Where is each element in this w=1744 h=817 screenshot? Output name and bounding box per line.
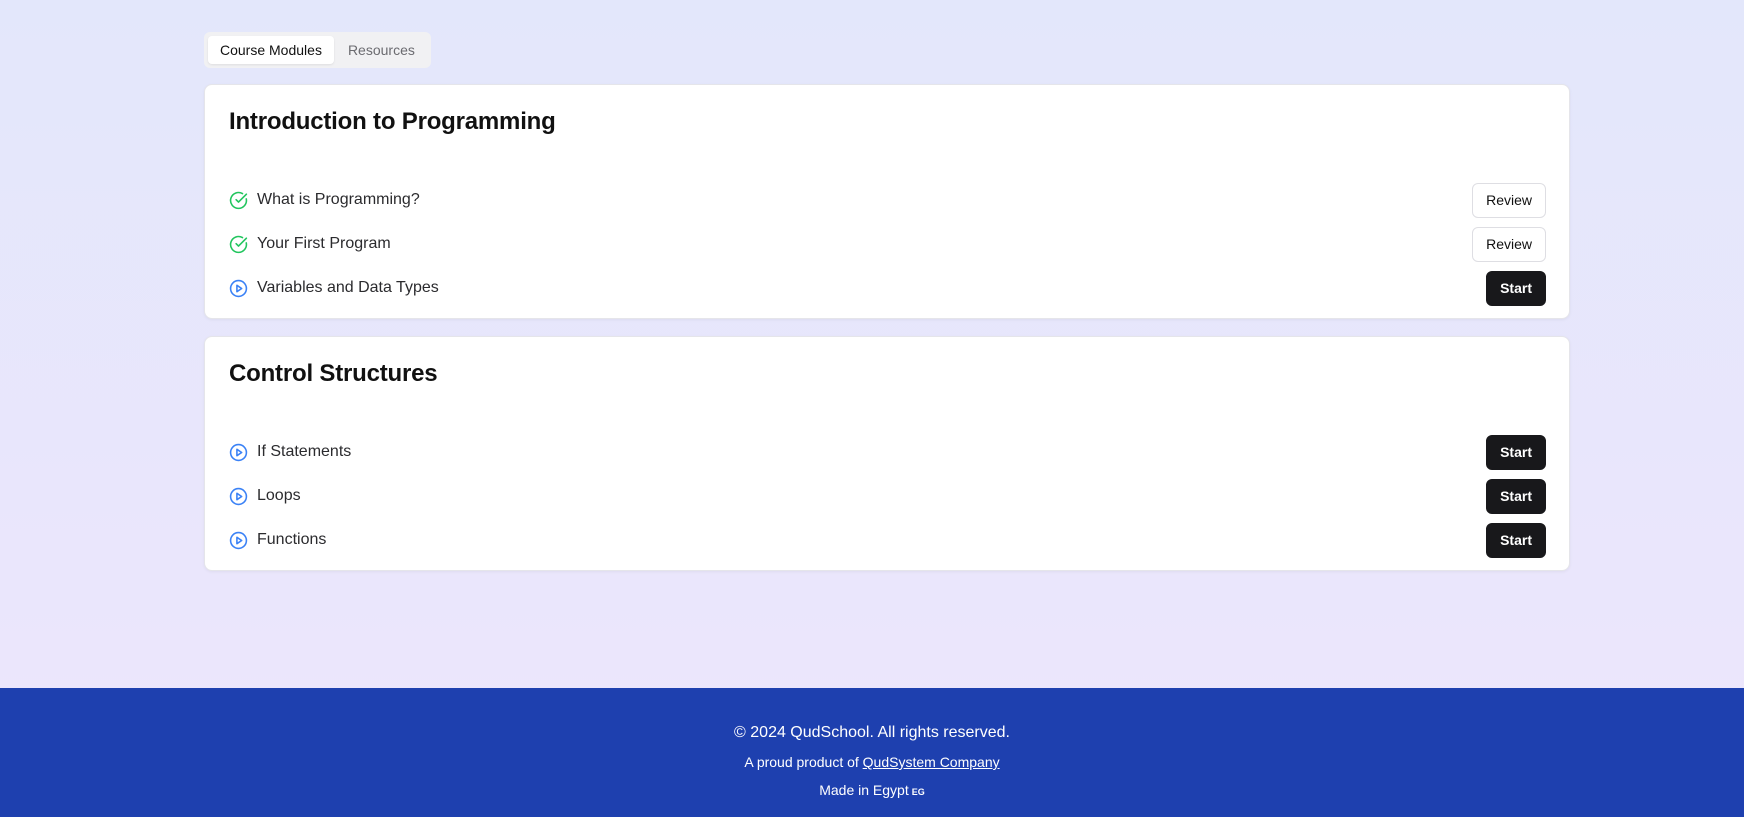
play-circle-icon	[229, 443, 248, 462]
lesson-list: If Statements Start Loops Start Functions Sta…	[229, 434, 1546, 558]
company-link[interactable]: QudSystem Company	[863, 754, 1000, 770]
lesson-row: Functions Start	[229, 522, 1546, 558]
lesson-list: What is Programming? Review Your First Pro…	[229, 182, 1546, 306]
module-card: Control Structures If Statements Start Loop…	[204, 336, 1570, 571]
review-button[interactable]: Review	[1472, 226, 1546, 262]
lesson-info: Your First Program	[229, 235, 391, 254]
lesson-info: Functions	[229, 531, 326, 550]
check-circle-icon	[229, 235, 248, 254]
lesson-title: Loops	[257, 487, 301, 504]
start-button[interactable]: Start	[1486, 522, 1546, 558]
play-circle-icon	[229, 279, 248, 298]
made-in-label: Made in Egypt	[819, 782, 909, 798]
lesson-row: Variables and Data Types Start	[229, 270, 1546, 306]
tab-list: Course Modules Resources	[204, 32, 431, 68]
proud-prefix: A proud product of	[744, 754, 859, 770]
module-card: Introduction to Programming What is Progr…	[204, 84, 1570, 319]
lesson-row: What is Programming? Review	[229, 182, 1546, 218]
module-title: Introduction to Programming	[229, 108, 556, 135]
tab-course-modules[interactable]: Course Modules	[208, 36, 334, 64]
play-circle-icon	[229, 487, 248, 506]
play-circle-icon	[229, 531, 248, 550]
lesson-info: If Statements	[229, 443, 351, 462]
lesson-title: Functions	[257, 531, 327, 548]
start-button[interactable]: Start	[1486, 478, 1546, 514]
copyright-text: © 2024 QudSchool. All rights reserved.	[734, 724, 1010, 741]
proud-product-text: A proud product of QudSystem Company	[0, 753, 1744, 771]
lesson-title: If Statements	[257, 443, 352, 460]
lesson-row: Loops Start	[229, 478, 1546, 514]
module-title: Control Structures	[229, 360, 438, 387]
lesson-title: Variables and Data Types	[257, 279, 439, 296]
egypt-flag-icon: EG	[911, 787, 925, 797]
lesson-row: If Statements Start	[229, 434, 1546, 470]
review-button[interactable]: Review	[1472, 182, 1546, 218]
start-button[interactable]: Start	[1486, 270, 1546, 306]
lesson-info: What is Programming?	[229, 191, 420, 210]
made-in-text: Made in Egypt EG	[0, 781, 1744, 801]
tab-resources[interactable]: Resources	[336, 36, 427, 64]
lesson-row: Your First Program Review	[229, 226, 1546, 262]
start-button[interactable]: Start	[1486, 434, 1546, 470]
check-circle-icon	[229, 191, 248, 210]
lesson-info: Loops	[229, 487, 301, 506]
site-footer: © 2024 QudSchool. All rights reserved. A…	[0, 688, 1744, 817]
lesson-title: Your First Program	[257, 235, 391, 252]
lesson-title: What is Programming?	[257, 191, 420, 208]
main-content: Course Modules Resources Introduction to…	[204, 32, 1570, 571]
lesson-info: Variables and Data Types	[229, 279, 439, 298]
